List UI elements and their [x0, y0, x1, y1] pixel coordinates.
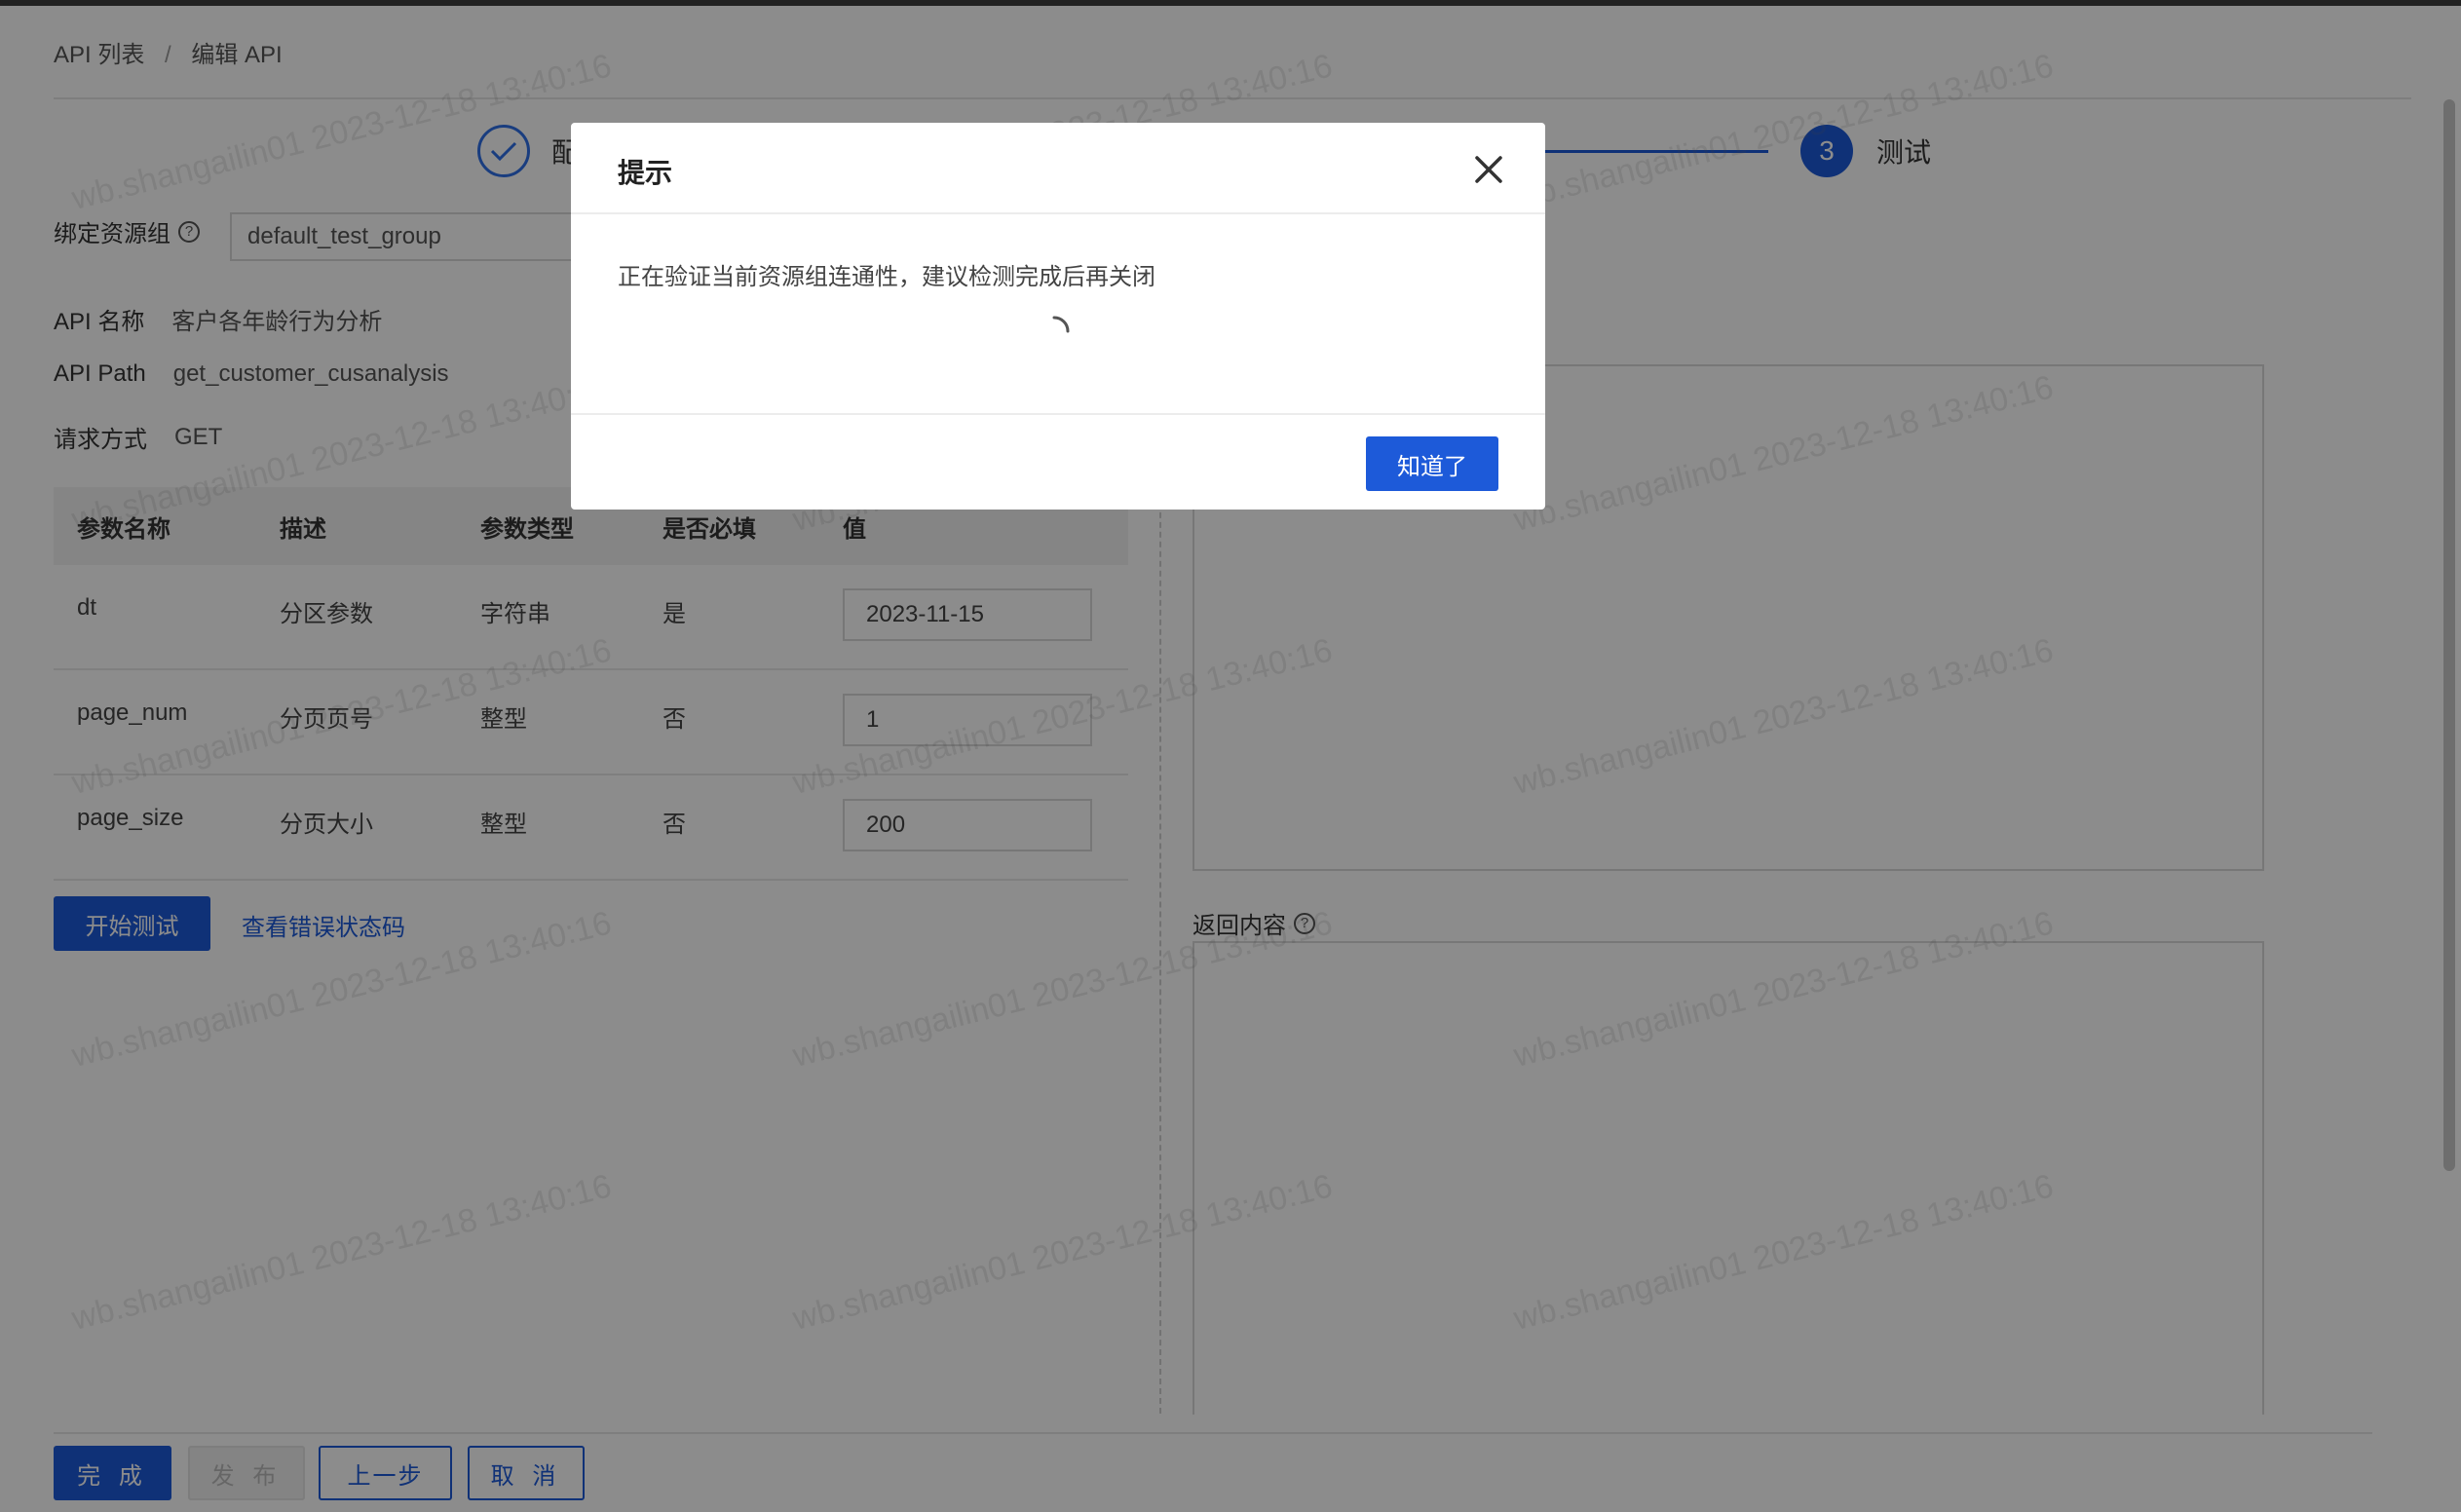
- ok-button[interactable]: 知道了: [1366, 436, 1498, 491]
- dialog-header-divider: [571, 212, 1545, 214]
- notice-dialog: 提示 正在验证当前资源组连通性，建议检测完成后再关闭 知道了: [571, 123, 1545, 510]
- dialog-title: 提示: [618, 158, 673, 188]
- close-icon[interactable]: [1471, 152, 1506, 187]
- loading-spinner-icon: [1037, 314, 1072, 349]
- dialog-footer-divider: [571, 413, 1545, 415]
- dialog-message: 正在验证当前资源组连通性，建议检测完成后再关闭: [618, 264, 1155, 290]
